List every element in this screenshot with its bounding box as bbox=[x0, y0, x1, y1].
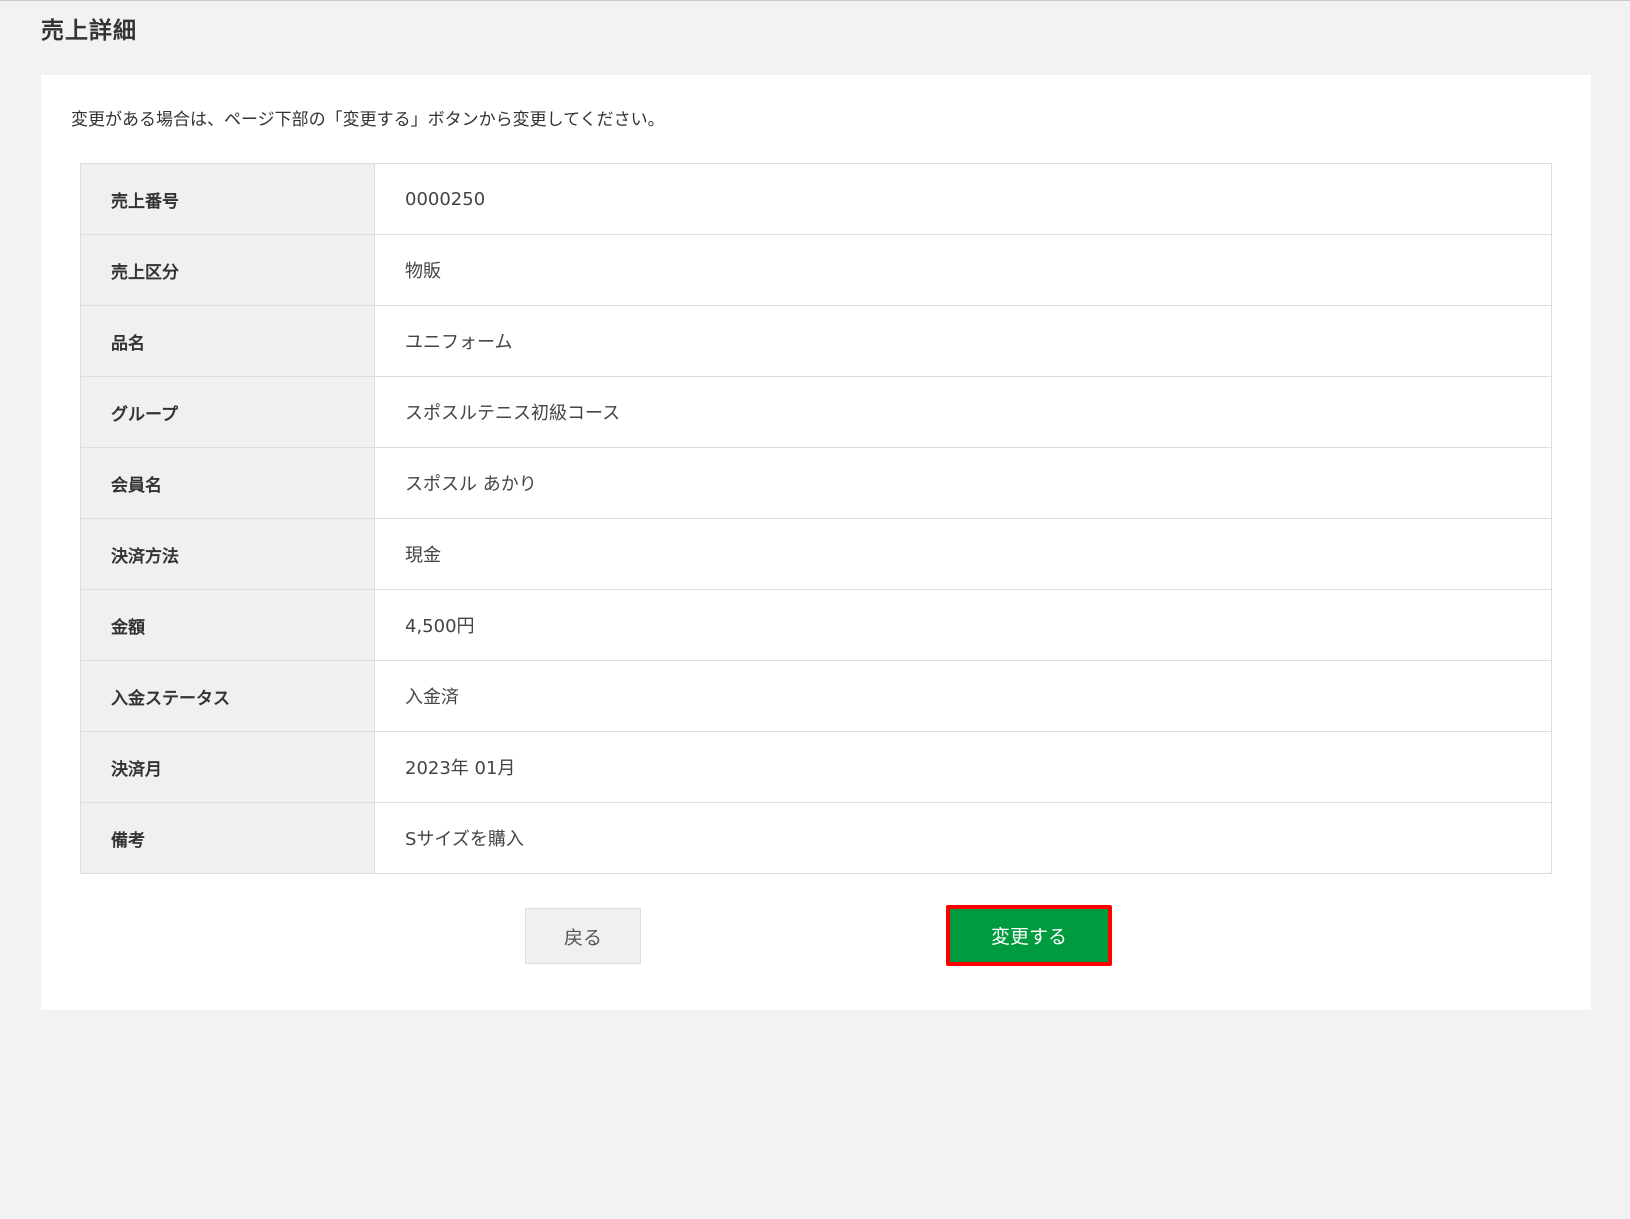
table-row: 会員名 スポスル あかり bbox=[80, 447, 1552, 519]
sales-detail-card: 変更がある場合は、ページ下部の「変更する」ボタンから変更してください。 売上番号… bbox=[41, 75, 1591, 1010]
row-label-group: グループ bbox=[80, 376, 375, 448]
table-row: グループ スポスルテニス初級コース bbox=[80, 376, 1552, 448]
notice-text: 変更がある場合は、ページ下部の「変更する」ボタンから変更してください。 bbox=[71, 110, 665, 130]
table-row: 金額 4,500円 bbox=[80, 589, 1552, 661]
table-row: 決済月 2023年 01月 bbox=[80, 731, 1552, 803]
back-button[interactable]: 戻る bbox=[525, 908, 641, 964]
row-label-sales-number: 売上番号 bbox=[80, 163, 375, 235]
table-row: 入金ステータス 入金済 bbox=[80, 660, 1552, 732]
row-value-payment-status: 入金済 bbox=[374, 660, 1552, 732]
row-label-payment-method: 決済方法 bbox=[80, 518, 375, 590]
row-value-group: スポスルテニス初級コース bbox=[374, 376, 1552, 448]
row-label-payment-status: 入金ステータス bbox=[80, 660, 375, 732]
table-row: 決済方法 現金 bbox=[80, 518, 1552, 590]
change-button-highlight: 変更する bbox=[946, 905, 1112, 966]
row-value-sales-category: 物販 bbox=[374, 234, 1552, 306]
row-label-member-name: 会員名 bbox=[80, 447, 375, 519]
row-value-item-name: ユニフォーム bbox=[374, 305, 1552, 377]
row-value-remarks: Sサイズを購入 bbox=[374, 802, 1552, 874]
row-value-amount: 4,500円 bbox=[374, 589, 1552, 661]
row-label-sales-category: 売上区分 bbox=[80, 234, 375, 306]
row-label-item-name: 品名 bbox=[80, 305, 375, 377]
table-row: 売上区分 物販 bbox=[80, 234, 1552, 306]
row-value-sales-number: 0000250 bbox=[374, 163, 1552, 235]
sales-detail-table: 売上番号 0000250 売上区分 物販 品名 ユニフォーム グループ スポスル… bbox=[80, 163, 1552, 874]
page-title: 売上詳細 bbox=[41, 18, 137, 44]
table-row: 品名 ユニフォーム bbox=[80, 305, 1552, 377]
row-label-payment-month: 決済月 bbox=[80, 731, 375, 803]
row-label-amount: 金額 bbox=[80, 589, 375, 661]
change-button[interactable]: 変更する bbox=[950, 909, 1108, 962]
table-row: 備考 Sサイズを購入 bbox=[80, 802, 1552, 874]
table-row: 売上番号 0000250 bbox=[80, 163, 1552, 235]
row-label-remarks: 備考 bbox=[80, 802, 375, 874]
row-value-payment-method: 現金 bbox=[374, 518, 1552, 590]
row-value-member-name: スポスル あかり bbox=[374, 447, 1552, 519]
row-value-payment-month: 2023年 01月 bbox=[374, 731, 1552, 803]
